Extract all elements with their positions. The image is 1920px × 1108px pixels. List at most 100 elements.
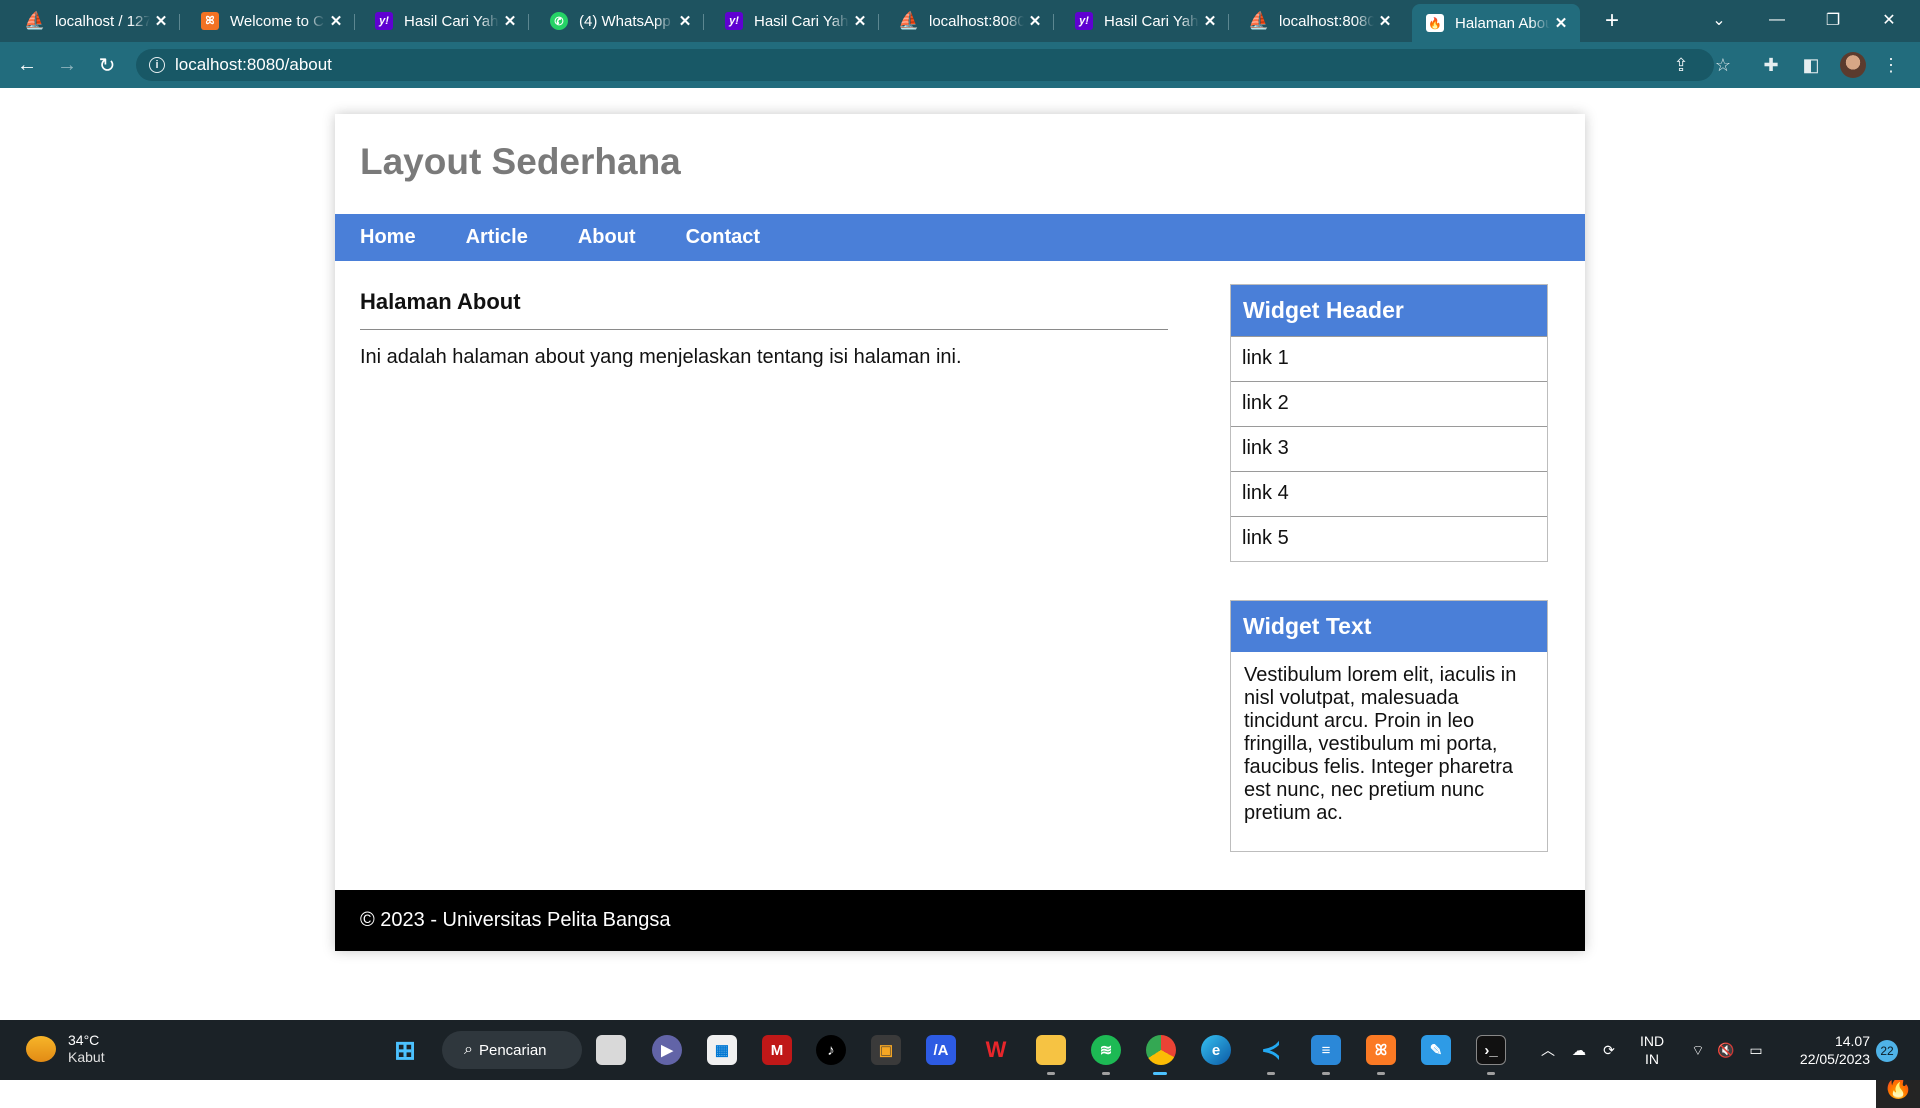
nav-article-link[interactable]: Article (466, 226, 528, 249)
running-indicator (1487, 1072, 1495, 1075)
widget-link-3[interactable]: link 3 (1231, 426, 1547, 471)
phpmyadmin-icon: ⛵ (898, 11, 920, 30)
browser-tab-strip: ⛵ localhost / 127.0.0.1 ✕ ꕤ Welcome to C… (0, 0, 1920, 42)
close-icon[interactable]: ✕ (499, 12, 521, 30)
onedrive-cloud-icon[interactable]: ☁ (1566, 1020, 1592, 1080)
close-icon[interactable]: ✕ (1024, 12, 1046, 30)
close-icon[interactable]: ✕ (674, 12, 696, 30)
widget-text-title: Widget Text (1231, 601, 1547, 652)
side-panel-icon[interactable]: ◧ (1796, 50, 1826, 80)
weather-widget[interactable]: 34°C Kabut (26, 1032, 105, 1066)
widget-link-2[interactable]: link 2 (1231, 381, 1547, 426)
xampp-icon: ꕤ (201, 12, 219, 30)
browser-tab-5[interactable]: y! Hasil Cari Yahoo ✕ (711, 6, 879, 36)
tab-separator (354, 14, 355, 30)
close-icon[interactable]: ✕ (1550, 14, 1572, 32)
site-info-icon[interactable]: i (149, 57, 165, 73)
tiktok-icon[interactable]: ♪ (816, 1035, 846, 1065)
weather-haze-icon (26, 1036, 56, 1062)
phpmyadmin-icon: ⛵ (24, 11, 46, 30)
xampp-taskbar-icon[interactable]: ꕤ (1366, 1035, 1396, 1065)
task-view-icon[interactable] (596, 1035, 626, 1065)
minimize-icon[interactable]: — (1754, 0, 1800, 40)
browser-tab-3[interactable]: y! Hasil Cari Yahoo ✕ (361, 6, 529, 36)
nav-home-link[interactable]: Home (360, 226, 416, 249)
battery-icon[interactable]: ▭ (1744, 1020, 1768, 1080)
taskbar-search-label: Pencarian (478, 1041, 547, 1059)
clock-date: 22/05/2023 (1799, 1051, 1870, 1067)
page-viewport: Layout Sederhana Home Article About Cont… (0, 88, 1920, 1108)
widget-links: Widget Header link 1 link 2 link 3 link … (1230, 284, 1548, 562)
nav-about-link[interactable]: About (578, 226, 636, 249)
url-text[interactable]: localhost:8080/about (175, 55, 332, 75)
phpmyadmin-icon: ⛵ (1248, 11, 1270, 30)
page-container: Layout Sederhana Home Article About Cont… (335, 114, 1585, 951)
wifi-icon[interactable]: ⌔ (1686, 1020, 1710, 1080)
close-icon[interactable]: ✕ (849, 12, 871, 30)
photos-icon[interactable]: ▣ (871, 1035, 901, 1065)
widget-text-body: Vestibulum lorem elit, iaculis in nisl v… (1244, 664, 1517, 824)
volume-muted-icon[interactable]: 🔇 (1714, 1020, 1738, 1080)
close-icon[interactable]: ✕ (150, 12, 172, 30)
browser-tab-7[interactable]: y! Hasil Cari Yahoo ✕ (1061, 6, 1229, 36)
widget-link-1[interactable]: link 1 (1231, 336, 1547, 381)
sync-icon[interactable]: ⟳ (1596, 1020, 1622, 1080)
running-indicator (1102, 1072, 1110, 1075)
browser-tab-active[interactable]: 🔥 Halaman About ✕ (1412, 4, 1580, 42)
widget-link-5[interactable]: link 5 (1231, 516, 1547, 561)
browser-tab-6[interactable]: ⛵ localhost:8080 ✕ (886, 6, 1054, 36)
widget-link-4[interactable]: link 4 (1231, 471, 1547, 516)
tray-overflow-chevron-icon[interactable]: ︿ (1536, 1020, 1560, 1080)
content-paragraph: Ini adalah halaman about yang menjelaska… (360, 346, 962, 368)
close-icon[interactable]: ✕ (1199, 12, 1221, 30)
bookmark-star-icon[interactable]: ☆ (1708, 50, 1738, 80)
browser-tab-2[interactable]: ꕤ Welcome to CodeIgniter ✕ (187, 6, 355, 36)
windows-taskbar: 34°C Kabut ⊞ ⌕ Pencarian ▶ ▦ M ♪ ▣ /A W … (0, 1020, 1920, 1080)
spotify-icon[interactable]: ≋ (1091, 1035, 1121, 1065)
browser-tab-4[interactable]: ✆ (4) WhatsApp ✕ (536, 6, 704, 36)
close-icon[interactable]: ✕ (1374, 12, 1396, 30)
chrome-icon[interactable] (1146, 1035, 1176, 1065)
clock[interactable]: 14.07 22/05/2023 (1784, 1020, 1870, 1080)
search-icon: ⌕ (464, 1041, 473, 1058)
tab-separator (1053, 14, 1054, 30)
notepad-icon[interactable]: ≡ (1311, 1035, 1341, 1065)
forward-arrow-icon[interactable]: → (52, 50, 82, 80)
back-arrow-icon[interactable]: ← (12, 50, 42, 80)
language-indicator[interactable]: IND IN (1632, 1020, 1672, 1080)
close-icon[interactable]: ✕ (325, 12, 347, 30)
close-window-icon[interactable]: ✕ (1866, 0, 1912, 40)
share-icon[interactable]: ⇪ (1666, 50, 1696, 80)
mcafee-icon[interactable]: M (762, 1035, 792, 1065)
running-indicator (1322, 1072, 1330, 1075)
browser-tab-1[interactable]: ⛵ localhost / 127.0.0.1 ✕ (12, 6, 180, 36)
microsoft-store-icon[interactable]: ▦ (707, 1035, 737, 1065)
language-region: IN (1645, 1051, 1659, 1067)
teams-chat-icon[interactable]: ▶ (652, 1035, 682, 1065)
taskbar-search[interactable]: ⌕ Pencarian (442, 1031, 582, 1069)
affinity-icon[interactable]: /A (926, 1035, 956, 1065)
browser-tab-8[interactable]: ⛵ localhost:8080 ✕ (1236, 6, 1404, 36)
wps-office-icon[interactable]: W (981, 1035, 1011, 1065)
browser-toolbar: ← → ↻ i localhost:8080/about ⇪ ☆ ✚ ◧ ⋮ (0, 42, 1920, 88)
yahoo-icon: y! (1075, 12, 1093, 30)
file-explorer-icon[interactable] (1036, 1035, 1066, 1065)
tab-search-chevron-icon[interactable]: ⌄ (1696, 0, 1742, 40)
menu-kebab-icon[interactable]: ⋮ (1876, 50, 1906, 80)
active-indicator (1153, 1072, 1167, 1075)
tab-title: (4) WhatsApp (579, 12, 671, 30)
extensions-puzzle-icon[interactable]: ✚ (1756, 50, 1786, 80)
tab-title: Welcome to CodeIgniter (230, 12, 325, 30)
reload-icon[interactable]: ↻ (92, 50, 122, 80)
windows-start-icon[interactable]: ⊞ (390, 1035, 420, 1065)
vscode-icon[interactable]: ≺ (1256, 1035, 1286, 1065)
restore-icon[interactable]: ❐ (1810, 0, 1856, 40)
profile-avatar[interactable] (1840, 52, 1866, 78)
edge-icon[interactable]: e (1201, 1035, 1231, 1065)
address-bar[interactable]: i localhost:8080/about (136, 49, 1714, 81)
paint-icon[interactable]: ✎ (1421, 1035, 1451, 1065)
notification-count-badge[interactable]: 22 (1876, 1040, 1898, 1062)
new-tab-icon[interactable]: + (1600, 8, 1624, 34)
terminal-icon[interactable]: ›_ (1476, 1035, 1506, 1065)
nav-contact-link[interactable]: Contact (686, 226, 760, 249)
